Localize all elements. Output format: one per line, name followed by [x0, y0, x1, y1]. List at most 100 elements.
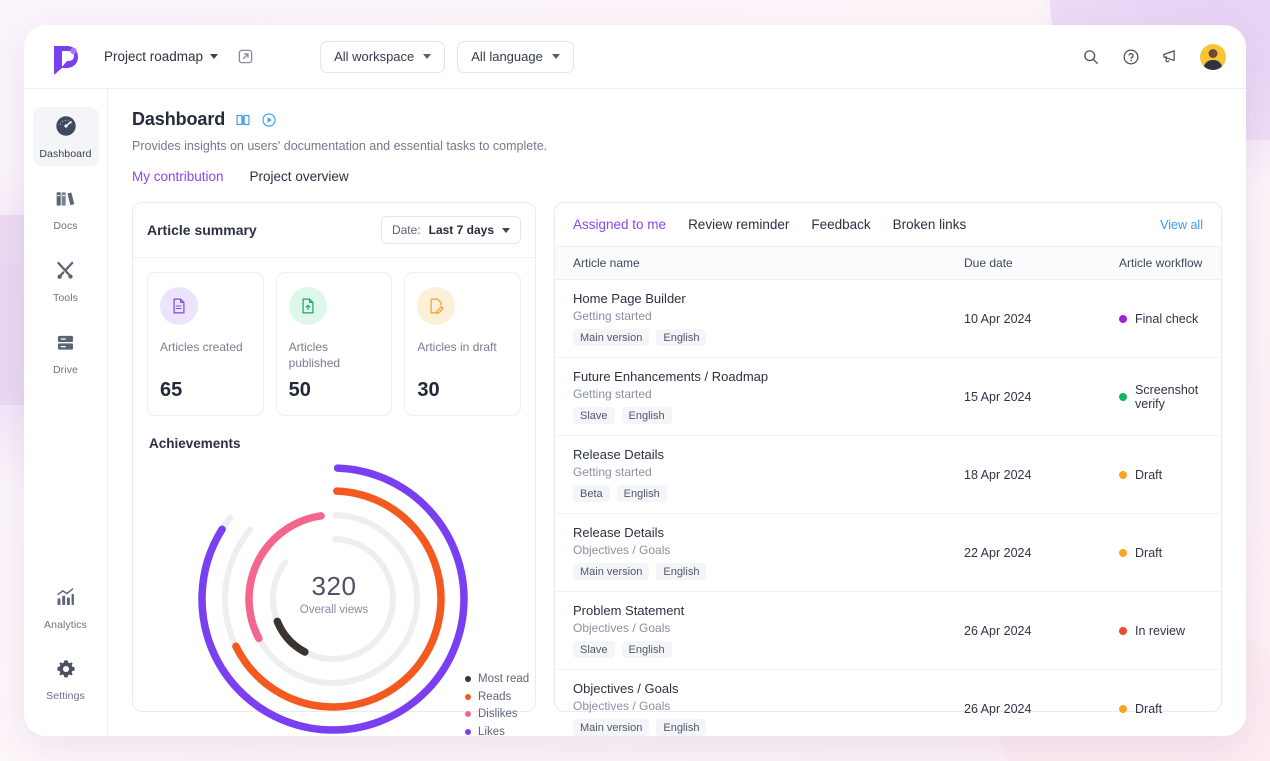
achievements-radial-chart: 320 Overall views Most read Reads [133, 451, 535, 736]
article-chips: Slave English [573, 407, 936, 424]
legend-item-likes[interactable]: Likes [465, 726, 529, 737]
status-badge: Draft [1119, 546, 1207, 560]
sidebar-item-dashboard[interactable]: Dashboard [33, 107, 99, 166]
tools-icon [54, 259, 77, 287]
tasks-card: Assigned to me Review reminder Feedback … [554, 202, 1222, 712]
page-title: Dashboard [132, 109, 225, 130]
user-avatar[interactable] [1200, 44, 1226, 70]
tab-project-overview[interactable]: Project overview [250, 169, 349, 186]
status-dot [1119, 627, 1127, 635]
language-filter[interactable]: All language [457, 41, 574, 73]
legend-label: Most read [478, 673, 529, 685]
tab-my-contribution[interactable]: My contribution [132, 169, 224, 186]
legend-item-reads[interactable]: Reads [465, 691, 529, 703]
page-tabs: My contribution Project overview [132, 169, 1222, 186]
chip-version: Main version [573, 329, 649, 346]
status-label: Final check [1135, 312, 1198, 326]
status-badge: In review [1119, 624, 1207, 638]
status-badge: Draft [1119, 702, 1207, 716]
article-summary-title: Article summary [147, 222, 257, 238]
workspace-filter[interactable]: All workspace [320, 41, 445, 73]
chip-language: English [622, 407, 672, 424]
view-all-link[interactable]: View all [1160, 218, 1203, 232]
legend-label: Dislikes [478, 708, 518, 720]
article-path: Getting started [573, 387, 936, 401]
chip-version: Beta [573, 485, 610, 502]
app-body: Dashboard Docs [24, 89, 1246, 736]
column-header-article-name: Article name [555, 247, 950, 280]
tab-broken-links[interactable]: Broken links [893, 217, 967, 232]
chip-language: English [617, 485, 667, 502]
legend-item-most-read[interactable]: Most read [465, 673, 529, 685]
document360-logo[interactable] [48, 40, 82, 74]
status-dot [1119, 471, 1127, 479]
search-icon[interactable] [1080, 46, 1102, 68]
tab-feedback[interactable]: Feedback [811, 217, 870, 232]
table-row[interactable]: Objectives / Goals Objectives / Goals Ma… [555, 670, 1221, 737]
stat-card-articles-in-draft[interactable]: Articles in draft 30 [404, 272, 521, 416]
tab-assigned-to-me[interactable]: Assigned to me [573, 217, 666, 232]
sidebar-item-analytics[interactable]: Analytics [33, 579, 99, 637]
article-name: Objectives / Goals [573, 681, 936, 696]
table-row[interactable]: Future Enhancements / Roadmap Getting st… [555, 358, 1221, 436]
dashboard-gauge-icon [54, 114, 78, 143]
status-badge: Screenshot verify [1119, 383, 1207, 411]
article-name: Release Details [573, 447, 936, 462]
sidebar-bottom-group: Analytics Settings [33, 579, 99, 722]
tab-review-reminder[interactable]: Review reminder [688, 217, 789, 232]
article-name: Release Details [573, 525, 936, 540]
table-row[interactable]: Problem Statement Objectives / Goals Sla… [555, 592, 1221, 670]
legend-label: Likes [478, 726, 505, 737]
stat-label: Articles in draft [417, 339, 508, 372]
chip-version: Slave [573, 407, 615, 424]
stat-card-articles-published[interactable]: Articles published 50 [276, 272, 393, 416]
status-dot [1119, 549, 1127, 557]
due-date: 26 Apr 2024 [964, 702, 1031, 716]
chevron-down-icon [552, 54, 560, 59]
app-window: Project roadmap All workspace All langua… [24, 25, 1246, 736]
chip-language: English [622, 641, 672, 658]
sidebar-item-drive[interactable]: Drive [33, 324, 99, 382]
arc-likes [198, 464, 469, 735]
sidebar-item-docs[interactable]: Docs [33, 180, 99, 238]
legend-item-dislikes[interactable]: Dislikes [465, 708, 529, 720]
legend-dot [465, 694, 471, 700]
help-icon[interactable] [1120, 46, 1142, 68]
document-upload-icon [289, 287, 327, 325]
tasks-table: Article name Due date Article workflow H… [555, 246, 1221, 736]
due-date: 22 Apr 2024 [964, 546, 1031, 560]
article-name: Future Enhancements / Roadmap [573, 369, 936, 384]
stat-card-articles-created[interactable]: Articles created 65 [147, 272, 264, 416]
project-selector-label: Project roadmap [104, 49, 203, 64]
project-selector[interactable]: Project roadmap [104, 49, 218, 64]
article-chips: Slave English [573, 641, 936, 658]
play-circle-icon[interactable] [261, 112, 277, 128]
status-dot [1119, 705, 1127, 713]
panes: Article summary Date: Last 7 days [108, 186, 1246, 736]
chip-language: English [656, 719, 706, 736]
date-range-value: Last 7 days [429, 223, 494, 237]
chevron-down-icon [210, 54, 218, 59]
book-open-icon[interactable] [235, 112, 251, 128]
language-filter-label: All language [471, 49, 543, 64]
sidebar-item-tools[interactable]: Tools [33, 252, 99, 310]
table-row[interactable]: Release Details Objectives / Goals Main … [555, 514, 1221, 592]
main-content: Dashboard Provides insights [108, 89, 1246, 736]
stat-label: Articles created [160, 339, 251, 372]
achievements-title: Achievements [133, 416, 535, 451]
status-badge: Draft [1119, 468, 1207, 482]
status-label: Screenshot verify [1135, 383, 1207, 411]
table-row[interactable]: Release Details Getting started Beta Eng… [555, 436, 1221, 514]
sidebar-item-settings[interactable]: Settings [33, 651, 99, 708]
date-range-selector[interactable]: Date: Last 7 days [381, 216, 521, 244]
due-date: 15 Apr 2024 [964, 390, 1031, 404]
article-path: Objectives / Goals [573, 699, 936, 713]
table-row[interactable]: Home Page Builder Getting started Main v… [555, 280, 1221, 358]
announcement-icon[interactable] [1160, 46, 1182, 68]
due-date: 10 Apr 2024 [964, 312, 1031, 326]
external-link-icon[interactable] [234, 46, 256, 68]
chip-language: English [656, 329, 706, 346]
document-edit-icon [417, 287, 455, 325]
arc-dislikes [219, 485, 446, 712]
article-summary-card: Article summary Date: Last 7 days [132, 202, 536, 712]
